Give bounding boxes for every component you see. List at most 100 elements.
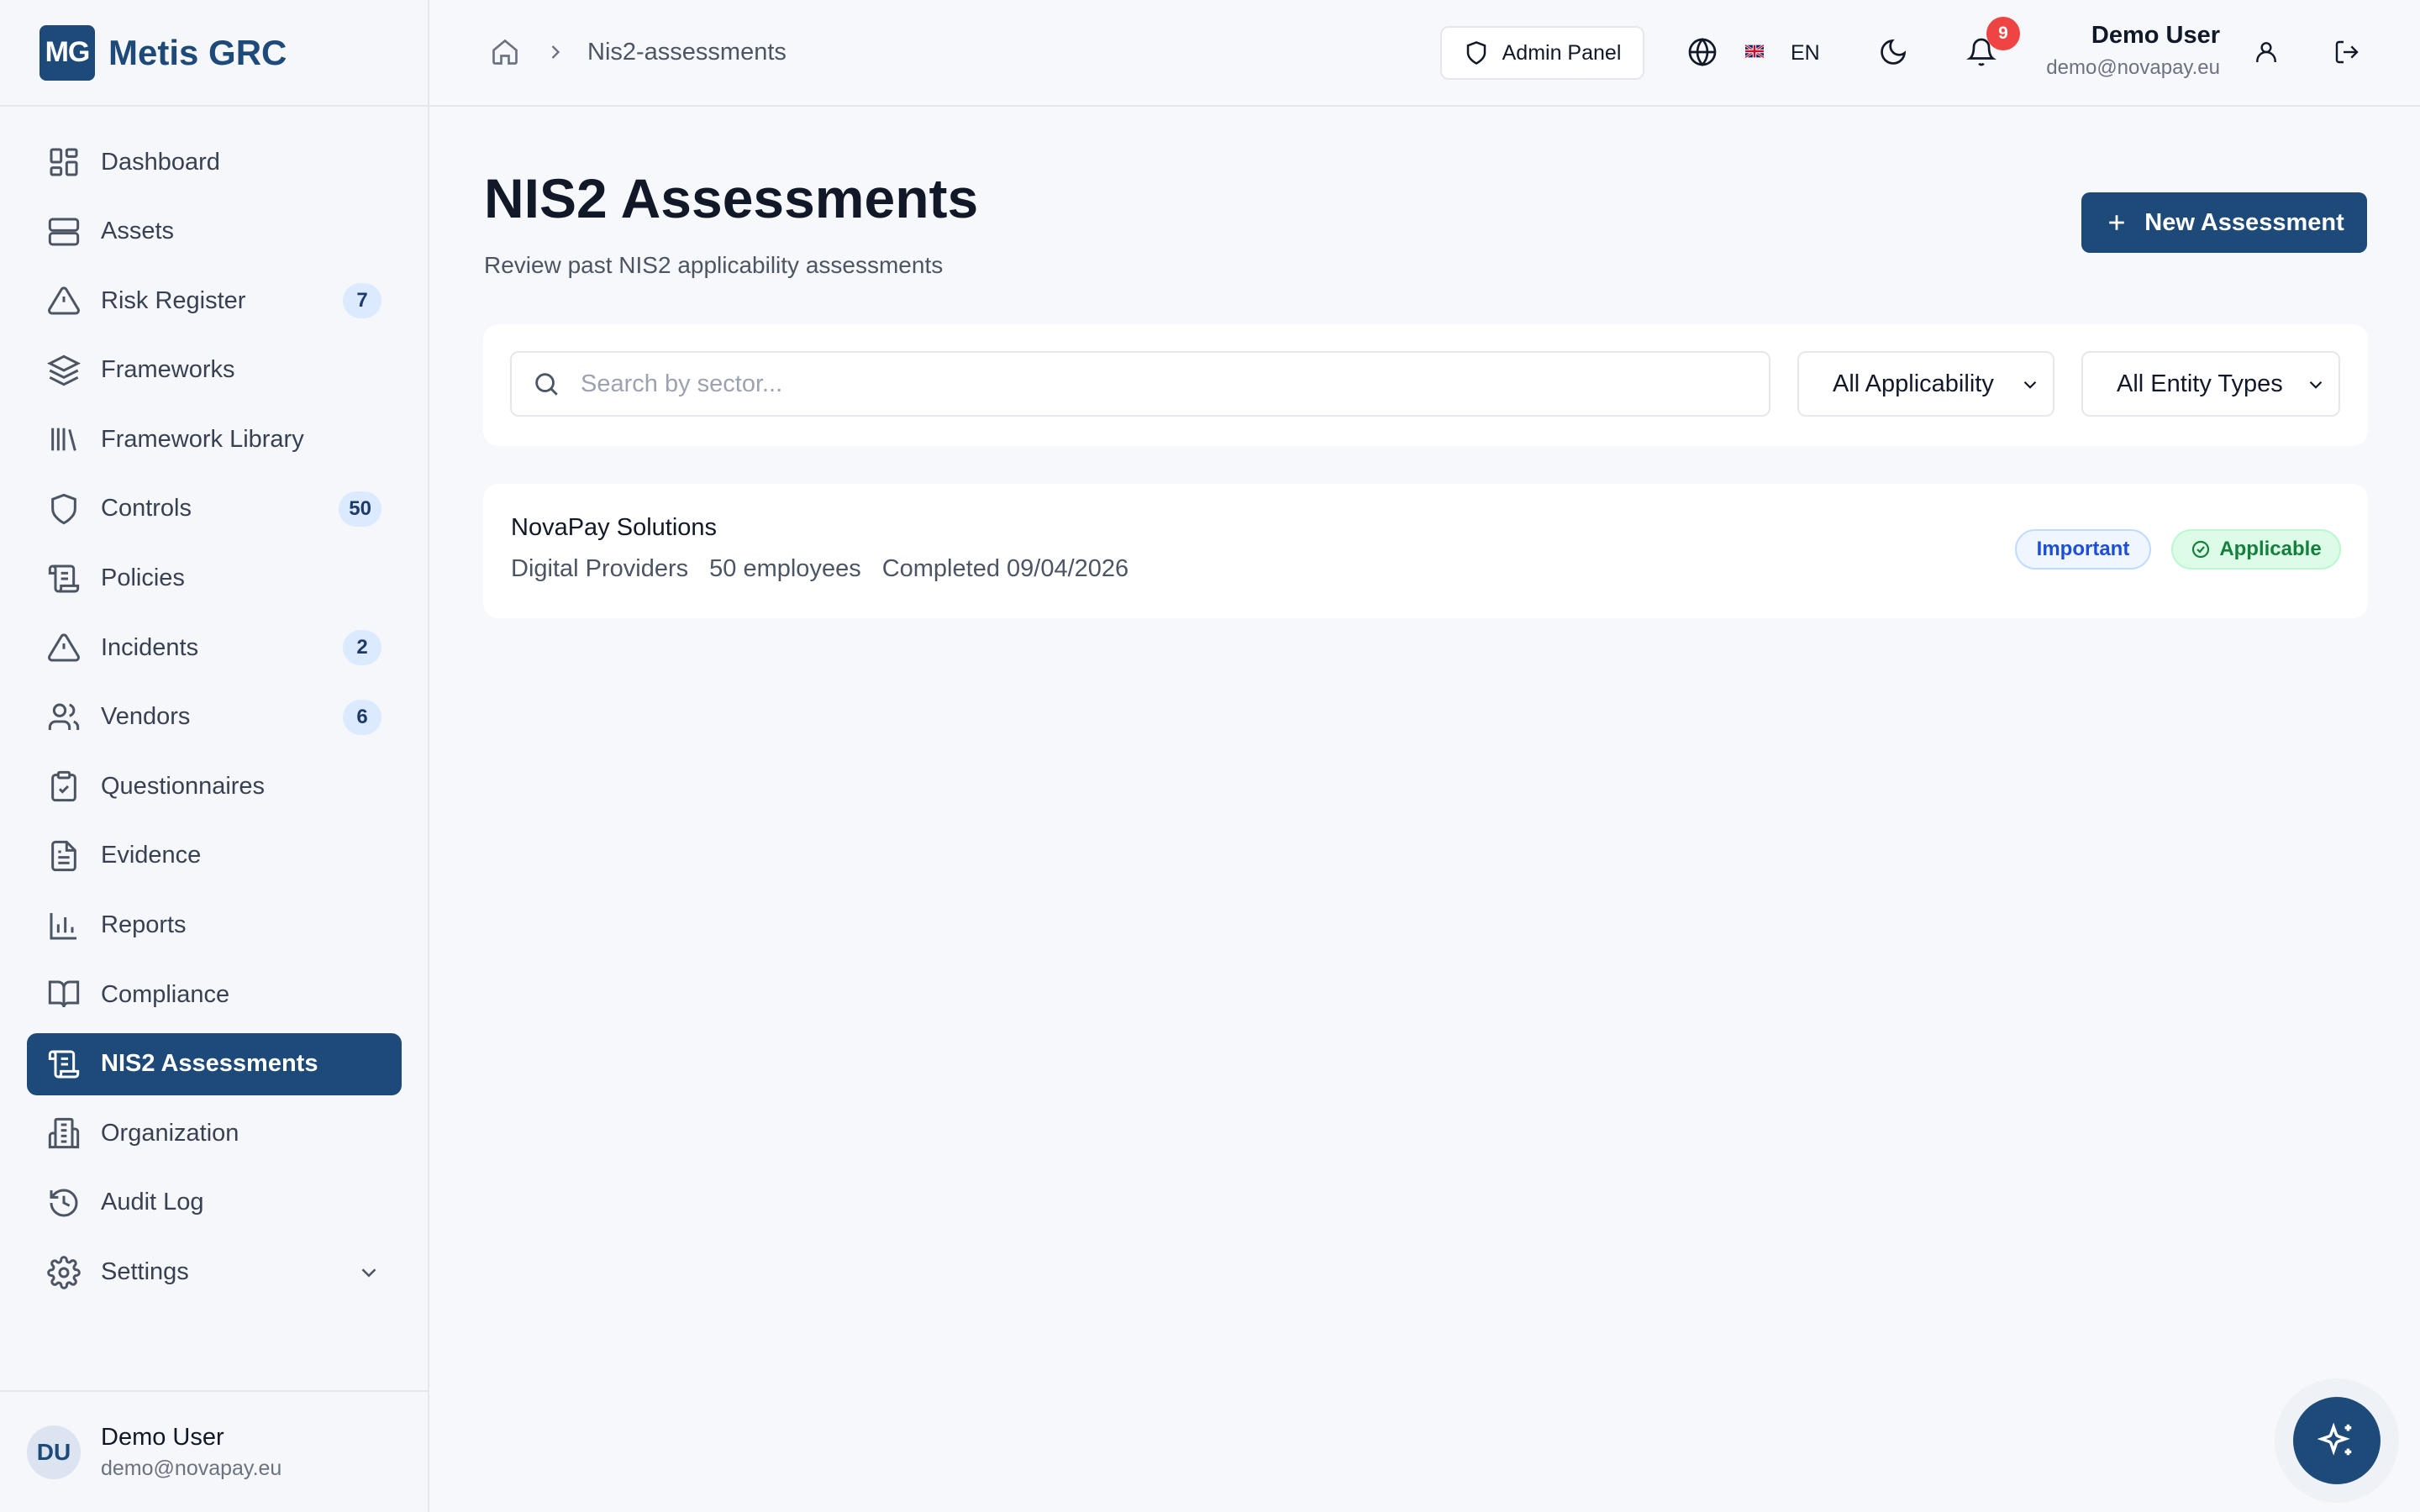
count-badge: 6 (343, 699, 381, 735)
page-subtitle: Review past NIS2 applicability assessmen… (484, 252, 944, 278)
ai-assistant-button[interactable] (2293, 1397, 2381, 1484)
assessment-row[interactable]: NovaPay Solutions Digital Providers 50 e… (483, 484, 2368, 618)
sidebar-item-risk-register[interactable]: Risk Register 7 (27, 270, 402, 332)
sidebar-item-label: Organization (101, 1119, 239, 1147)
sidebar-item-label: Audit Log (101, 1189, 204, 1216)
count-badge: 50 (339, 491, 381, 527)
layers-icon (47, 354, 81, 386)
sidebar-item-label: Dashboard (101, 148, 220, 176)
users-icon (48, 703, 80, 730)
admin-panel-button[interactable]: Admin Panel (1440, 26, 1644, 80)
warning-triangle-icon (48, 286, 80, 315)
plus-icon (2109, 215, 2124, 230)
sidebar-item-label: Policies (101, 564, 185, 592)
sidebar-item-controls[interactable]: Controls 50 (27, 478, 402, 540)
sidebar-item-dashboard[interactable]: Dashboard (27, 131, 402, 193)
check-circle-icon (2192, 540, 2210, 559)
entity-classification-badge: Important (2015, 529, 2151, 570)
chevron-down-icon (2309, 381, 2323, 389)
sidebar-item-framework-library[interactable]: Framework Library (27, 408, 402, 470)
search-box (510, 351, 1770, 417)
sidebar-item-label: Risk Register (101, 286, 246, 314)
sidebar-item-policies[interactable]: Policies (27, 548, 402, 610)
count-badge: 2 (343, 630, 381, 666)
brand-logo: MG (39, 24, 95, 81)
chevron-down-icon[interactable] (356, 1260, 381, 1285)
sidebar-item-assets[interactable]: Assets (27, 201, 402, 263)
uk-flag-icon (1745, 45, 1764, 58)
sidebar-item-incidents[interactable]: Incidents 2 (27, 617, 402, 679)
chevron-right-icon (551, 45, 560, 59)
globe-icon[interactable] (1687, 37, 1718, 67)
sidebar-item-label: Compliance (101, 980, 230, 1008)
history-icon (50, 1189, 78, 1217)
brand-name: Metis GRC (108, 32, 287, 72)
sidebar-nav: Dashboard Assets Risk Register 7 Framewo… (27, 131, 402, 1310)
sidebar-item-label: Reports (101, 911, 187, 939)
assessment-meta: Digital Providers 50 employees Completed… (511, 555, 1150, 583)
sidebar-item-compliance[interactable]: Compliance (27, 963, 402, 1026)
sidebar-item-label: Questionnaires (101, 772, 266, 800)
assessment-sector: Digital Providers (511, 555, 689, 582)
search-icon (535, 373, 558, 396)
notification-count-badge: 9 (1986, 17, 2020, 50)
sidebar: MG Metis GRC Dashboard Assets Risk Regis… (0, 0, 429, 1512)
sidebar-item-nis2-assessments[interactable]: NIS2 Assessments (27, 1032, 402, 1095)
chevron-down-icon (2023, 381, 2037, 389)
page-title: NIS2 Assessments (484, 167, 979, 229)
applicability-filter-select[interactable]: All Applicability (1797, 351, 2054, 417)
admin-panel-label: Admin Panel (1502, 40, 1622, 65)
sidebar-item-label: Controls (101, 495, 192, 522)
header-user-name: Demo User (2091, 22, 2220, 49)
entity-type-filter-select[interactable]: All Entity Types (2081, 351, 2340, 417)
header-user: Demo User demo@novapay.eu (2046, 22, 2220, 80)
sidebar-item-audit-log[interactable]: Audit Log (27, 1172, 402, 1234)
new-assessment-button[interactable]: New Assessment (2081, 192, 2367, 253)
header-user-email: demo@novapay.eu (2046, 56, 2220, 79)
breadcrumb: Nis2-assessments (490, 37, 786, 67)
sidebar-item-questionnaires[interactable]: Questionnaires (27, 755, 402, 817)
sidebar-item-reports[interactable]: Reports (27, 895, 402, 957)
book-open-icon (48, 980, 80, 1008)
warning-triangle-icon (48, 633, 80, 662)
sidebar-item-organization[interactable]: Organization (27, 1102, 402, 1164)
sidebar-user-name: Demo User (101, 1423, 224, 1451)
breadcrumb-current: Nis2-assessments (587, 38, 786, 66)
count-badge: 7 (343, 283, 381, 319)
logout-icon[interactable] (2333, 39, 2360, 66)
sidebar-item-label: Frameworks (101, 356, 235, 384)
layout-grid-icon (50, 148, 78, 176)
sidebar-user[interactable]: DU Demo User demo@novapay.eu (0, 1390, 428, 1512)
sidebar-item-vendors[interactable]: Vendors 6 (27, 686, 402, 748)
brand[interactable]: MG Metis GRC (0, 0, 428, 107)
search-input[interactable] (581, 370, 1740, 398)
building-icon (48, 1118, 80, 1149)
scroll-icon (48, 1050, 80, 1079)
assessment-organization: NovaPay Solutions (511, 514, 718, 541)
sidebar-item-label: Framework Library (101, 425, 304, 453)
sidebar-item-frameworks[interactable]: Frameworks (27, 339, 402, 402)
home-icon[interactable] (490, 37, 520, 67)
language-selector[interactable]: EN (1791, 41, 1820, 66)
applicability-filter-value: All Applicability (1833, 370, 1994, 397)
clipboard-check-icon (51, 771, 76, 802)
sidebar-item-label: Vendors (101, 703, 191, 731)
sidebar-item-label: Assets (101, 218, 175, 245)
sidebar-user-email: demo@novapay.eu (101, 1456, 282, 1480)
shield-icon (1466, 41, 1486, 65)
sidebar-item-label: Settings (101, 1258, 189, 1285)
sidebar-item-label: Evidence (101, 842, 202, 869)
user-icon[interactable] (2253, 39, 2280, 66)
sidebar-item-settings[interactable]: Settings (27, 1242, 402, 1304)
new-assessment-label: New Assessment (2144, 208, 2344, 236)
applicability-status-label: Applicable (2219, 538, 2322, 560)
moon-icon[interactable] (1878, 37, 1908, 67)
avatar: DU (27, 1425, 81, 1479)
sparkles-icon (2317, 1422, 2352, 1456)
filter-bar: All Applicability All Entity Types (483, 324, 2368, 446)
applicability-status-badge: Applicable (2171, 529, 2341, 570)
entity-type-filter-value: All Entity Types (2117, 370, 2283, 397)
assessment-completed-date: Completed 09/04/2026 (881, 555, 1129, 582)
sidebar-item-label: NIS2 Assessments (101, 1050, 318, 1078)
sidebar-item-evidence[interactable]: Evidence (27, 825, 402, 887)
